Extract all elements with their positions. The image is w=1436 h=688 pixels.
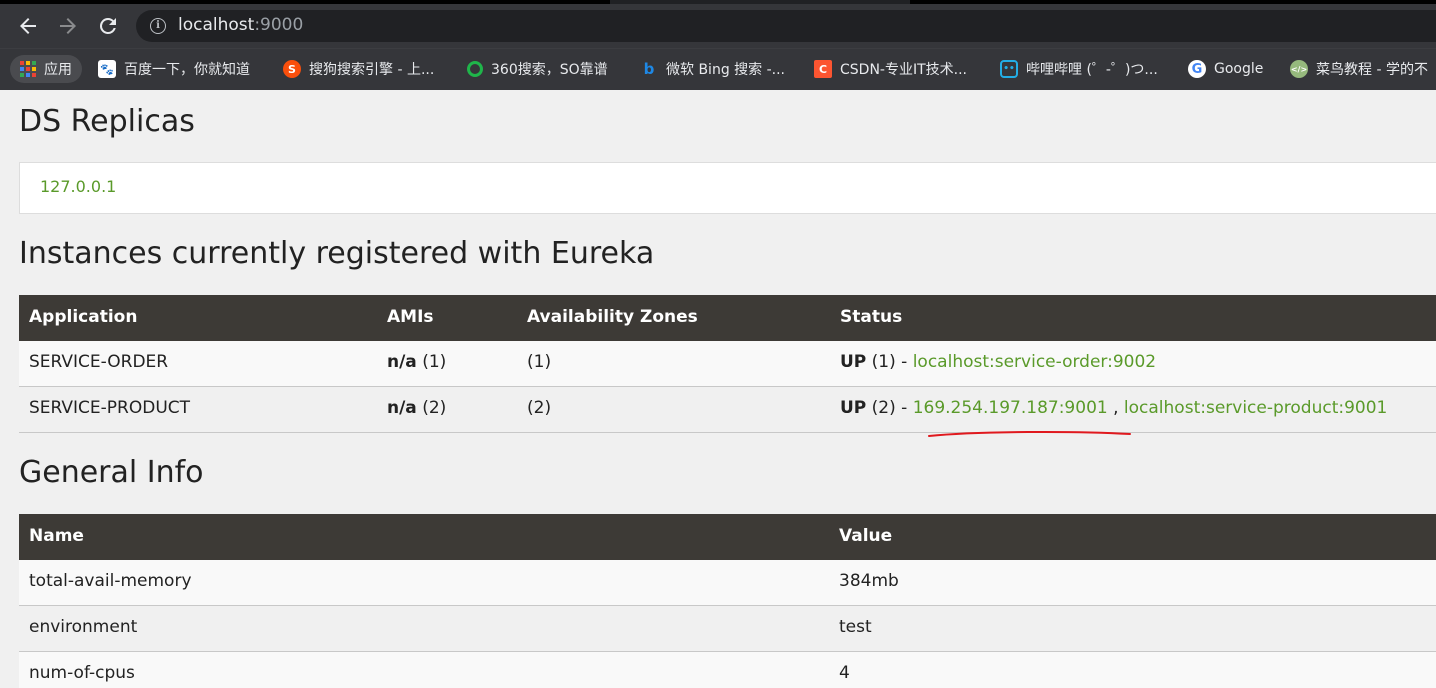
bookmark-label: 360搜索，SO靠谱 [491, 62, 608, 78]
url-host: localhost [178, 15, 255, 35]
column-header: Status [840, 307, 903, 327]
bookmark-google[interactable]: G Google [1188, 57, 1263, 81]
info-name: environment [29, 617, 138, 637]
status-value: UP [840, 398, 867, 418]
bookmark-label: 搜狗搜索引擎 - 上... [309, 62, 435, 78]
bookmark-bilibili[interactable]: •• 哔哩哔哩 (゜-゜)つ... [1000, 57, 1158, 81]
red-annotation-underline [928, 430, 1131, 437]
360-icon [467, 61, 483, 77]
forward-button[interactable] [56, 14, 80, 38]
info-icon[interactable]: i [150, 18, 166, 34]
column-header: Application [29, 307, 138, 327]
table-header: Application AMIs Availability Zones Stat… [19, 295, 1436, 341]
amis-cell: n/a (2) [387, 398, 446, 418]
sogou-icon: S [283, 60, 301, 78]
bookmark-label: 哔哩哔哩 (゜-゜)つ... [1026, 62, 1158, 78]
column-header: Name [29, 526, 84, 546]
table-row: num-of-cpus 4 [19, 652, 1436, 688]
table-row: environment test [19, 606, 1436, 652]
amis-value: n/a [387, 352, 417, 372]
bilibili-icon: •• [1000, 60, 1018, 78]
reload-button[interactable] [96, 14, 120, 38]
amis-count: (2) [416, 398, 447, 418]
application-name: SERVICE-ORDER [29, 352, 169, 372]
page-content: DS Replicas 127.0.0.1 Instances currentl… [0, 90, 1436, 688]
status-value: UP [840, 352, 867, 372]
bookmarks-bar: 应用 🐾 百度一下，你就知道 S 搜狗搜索引擎 - 上... 360搜索，SO靠… [0, 48, 1436, 90]
bookmark-sogou[interactable]: S 搜狗搜索引擎 - 上... [283, 57, 434, 81]
reload-icon [99, 17, 116, 34]
bookmark-label: 应用 [44, 62, 72, 78]
instances-title: Instances currently registered with Eure… [19, 236, 655, 271]
apps-grid-icon [20, 61, 36, 77]
info-value: test [839, 617, 872, 637]
amis-cell: n/a (1) [387, 352, 446, 372]
column-header: Availability Zones [527, 307, 698, 327]
column-header: AMIs [387, 307, 434, 327]
arrow-right-icon [60, 18, 76, 34]
info-value: 4 [839, 663, 850, 683]
arrow-left-icon [20, 18, 36, 34]
table-row: SERVICE-PRODUCT n/a (2) (2) UP (2) - 169… [19, 387, 1436, 433]
url-text[interactable]: localhost:9000 [178, 15, 303, 35]
instance-link[interactable]: localhost:service-product:9001 [1124, 398, 1387, 418]
bookmark-label: CSDN-专业IT技术... [840, 62, 967, 78]
status-count: (1) - [866, 352, 913, 372]
zones-cell: (2) [527, 398, 552, 418]
link-separator: , [1107, 398, 1124, 418]
status-cell: UP (2) - 169.254.197.187:9001 , localhos… [840, 398, 1387, 418]
back-button[interactable] [16, 14, 40, 38]
bookmark-label: 百度一下，你就知道 [124, 62, 250, 78]
general-info-title: General Info [19, 455, 204, 490]
replica-link[interactable]: 127.0.0.1 [40, 177, 116, 196]
bookmark-bing[interactable]: b 微软 Bing 搜索 -... [640, 57, 785, 81]
bookmark-csdn[interactable]: C CSDN-专业IT技术... [814, 57, 967, 81]
table-row: SERVICE-ORDER n/a (1) (1) UP (1) - local… [19, 341, 1436, 387]
table-row: total-avail-memory 384mb [19, 560, 1436, 606]
bookmark-label: Google [1214, 61, 1264, 77]
status-cell: UP (1) - localhost:service-order:9002 [840, 352, 1156, 372]
instances-table: Application AMIs Availability Zones Stat… [19, 295, 1436, 433]
column-header: Value [839, 526, 893, 546]
address-bar[interactable]: i localhost:9000 [136, 10, 1436, 42]
zones-cell: (1) [527, 352, 552, 372]
bookmark-label: 菜鸟教程 - 学的不 [1316, 62, 1428, 78]
browser-chrome: i localhost:9000 应用 🐾 百度一下，你就知道 S 搜狗搜索引擎… [0, 0, 1436, 90]
toolbar: i localhost:9000 [0, 4, 1436, 48]
table-header: Name Value [19, 514, 1436, 560]
runoob-icon: </> [1290, 60, 1308, 78]
bing-icon: b [643, 60, 655, 78]
csdn-icon: C [814, 60, 832, 78]
instance-link[interactable]: 169.254.197.187:9001 [913, 398, 1108, 418]
instance-link[interactable]: localhost:service-order:9002 [913, 352, 1156, 372]
info-name: total-avail-memory [29, 571, 192, 591]
info-name: num-of-cpus [29, 663, 135, 683]
amis-count: (1) [416, 352, 447, 372]
baidu-icon: 🐾 [98, 60, 116, 78]
url-port: :9000 [254, 15, 304, 35]
general-info-table: Name Value total-avail-memory 384mb envi… [19, 514, 1436, 688]
bookmark-360[interactable]: 360搜索，SO靠谱 [467, 57, 608, 81]
bookmark-runoob[interactable]: </> 菜鸟教程 - 学的不 [1290, 57, 1428, 81]
bookmark-baidu[interactable]: 🐾 百度一下，你就知道 [98, 57, 250, 81]
bookmark-apps[interactable]: 应用 [10, 55, 82, 83]
bookmark-label: 微软 Bing 搜索 -... [666, 62, 786, 78]
amis-value: n/a [387, 398, 417, 418]
info-value: 384mb [839, 571, 899, 591]
application-name: SERVICE-PRODUCT [29, 398, 191, 418]
status-count: (2) - [866, 398, 913, 418]
replicas-panel: 127.0.0.1 [19, 162, 1436, 214]
replicas-title: DS Replicas [19, 104, 195, 139]
google-icon: G [1188, 60, 1206, 78]
